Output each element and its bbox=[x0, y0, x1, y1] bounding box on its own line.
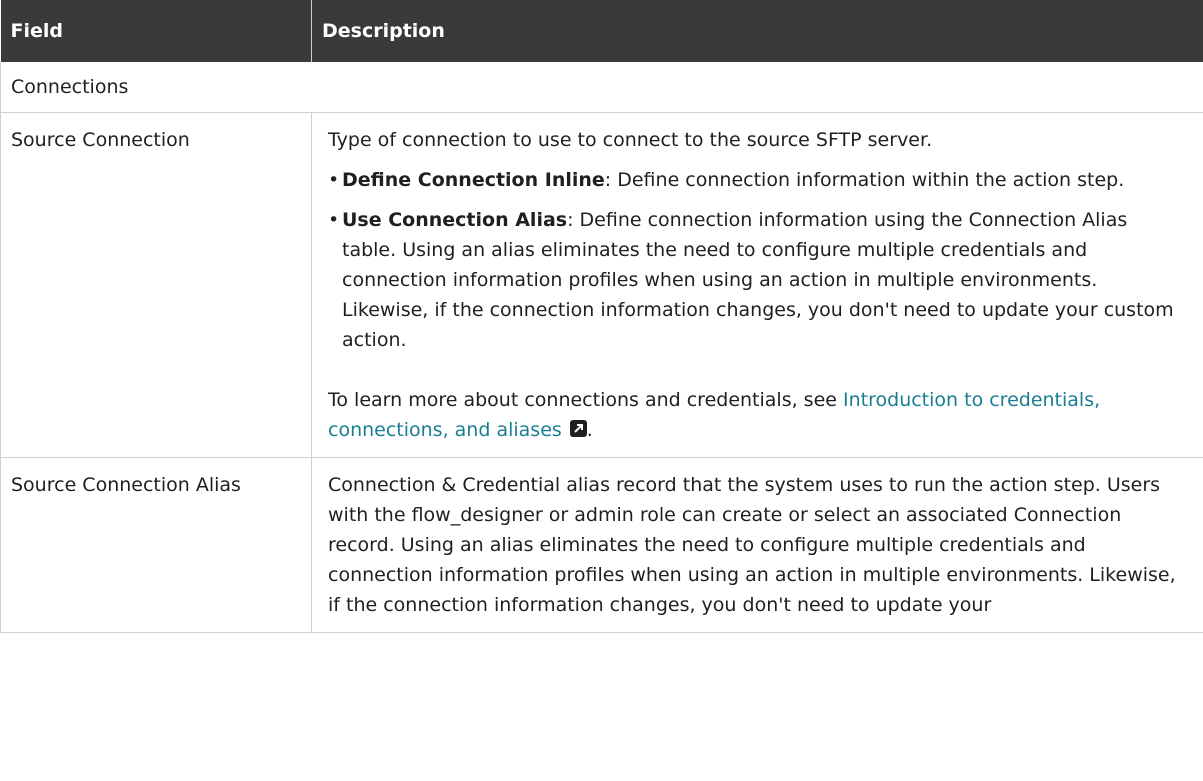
option-text: : Define connection information within t… bbox=[604, 169, 1125, 191]
table-row: Source Connection Type of connection to … bbox=[0, 112, 1203, 458]
field-description: Type of connection to use to connect to … bbox=[311, 112, 1203, 458]
list-item: • Define Connection Inline: Define conne… bbox=[328, 165, 1185, 195]
section-row: Connections bbox=[0, 62, 1203, 113]
bullet-icon: • bbox=[328, 209, 340, 231]
fields-table: Field Description Connections Source Con… bbox=[0, 0, 1203, 633]
field-name: Source Connection Alias bbox=[0, 457, 312, 633]
learn-more-prefix: To learn more about connections and cred… bbox=[328, 389, 844, 411]
table-row: Source Connection Alias Connection & Cre… bbox=[0, 457, 1203, 633]
option-list: • Define Connection Inline: Define conne… bbox=[328, 165, 1185, 355]
option-term: Use Connection Alias bbox=[342, 209, 568, 231]
learn-more-text: To learn more about connections and cred… bbox=[328, 385, 1185, 445]
table-header-row: Field Description bbox=[0, 0, 1203, 62]
external-link-icon[interactable] bbox=[569, 420, 587, 437]
field-name: Source Connection bbox=[0, 112, 312, 458]
field-description: Connection & Credential alias record tha… bbox=[311, 457, 1203, 633]
description-intro: Type of connection to use to connect to … bbox=[328, 129, 933, 151]
option-term: Define Connection Inline bbox=[342, 169, 605, 191]
learn-more-suffix: . bbox=[586, 419, 593, 441]
section-title: Connections bbox=[0, 62, 1203, 113]
column-header-field: Field bbox=[0, 0, 312, 62]
column-header-description: Description bbox=[311, 0, 1203, 62]
bullet-icon: • bbox=[328, 169, 340, 191]
list-item: • Use Connection Alias: Define connectio… bbox=[328, 205, 1185, 355]
